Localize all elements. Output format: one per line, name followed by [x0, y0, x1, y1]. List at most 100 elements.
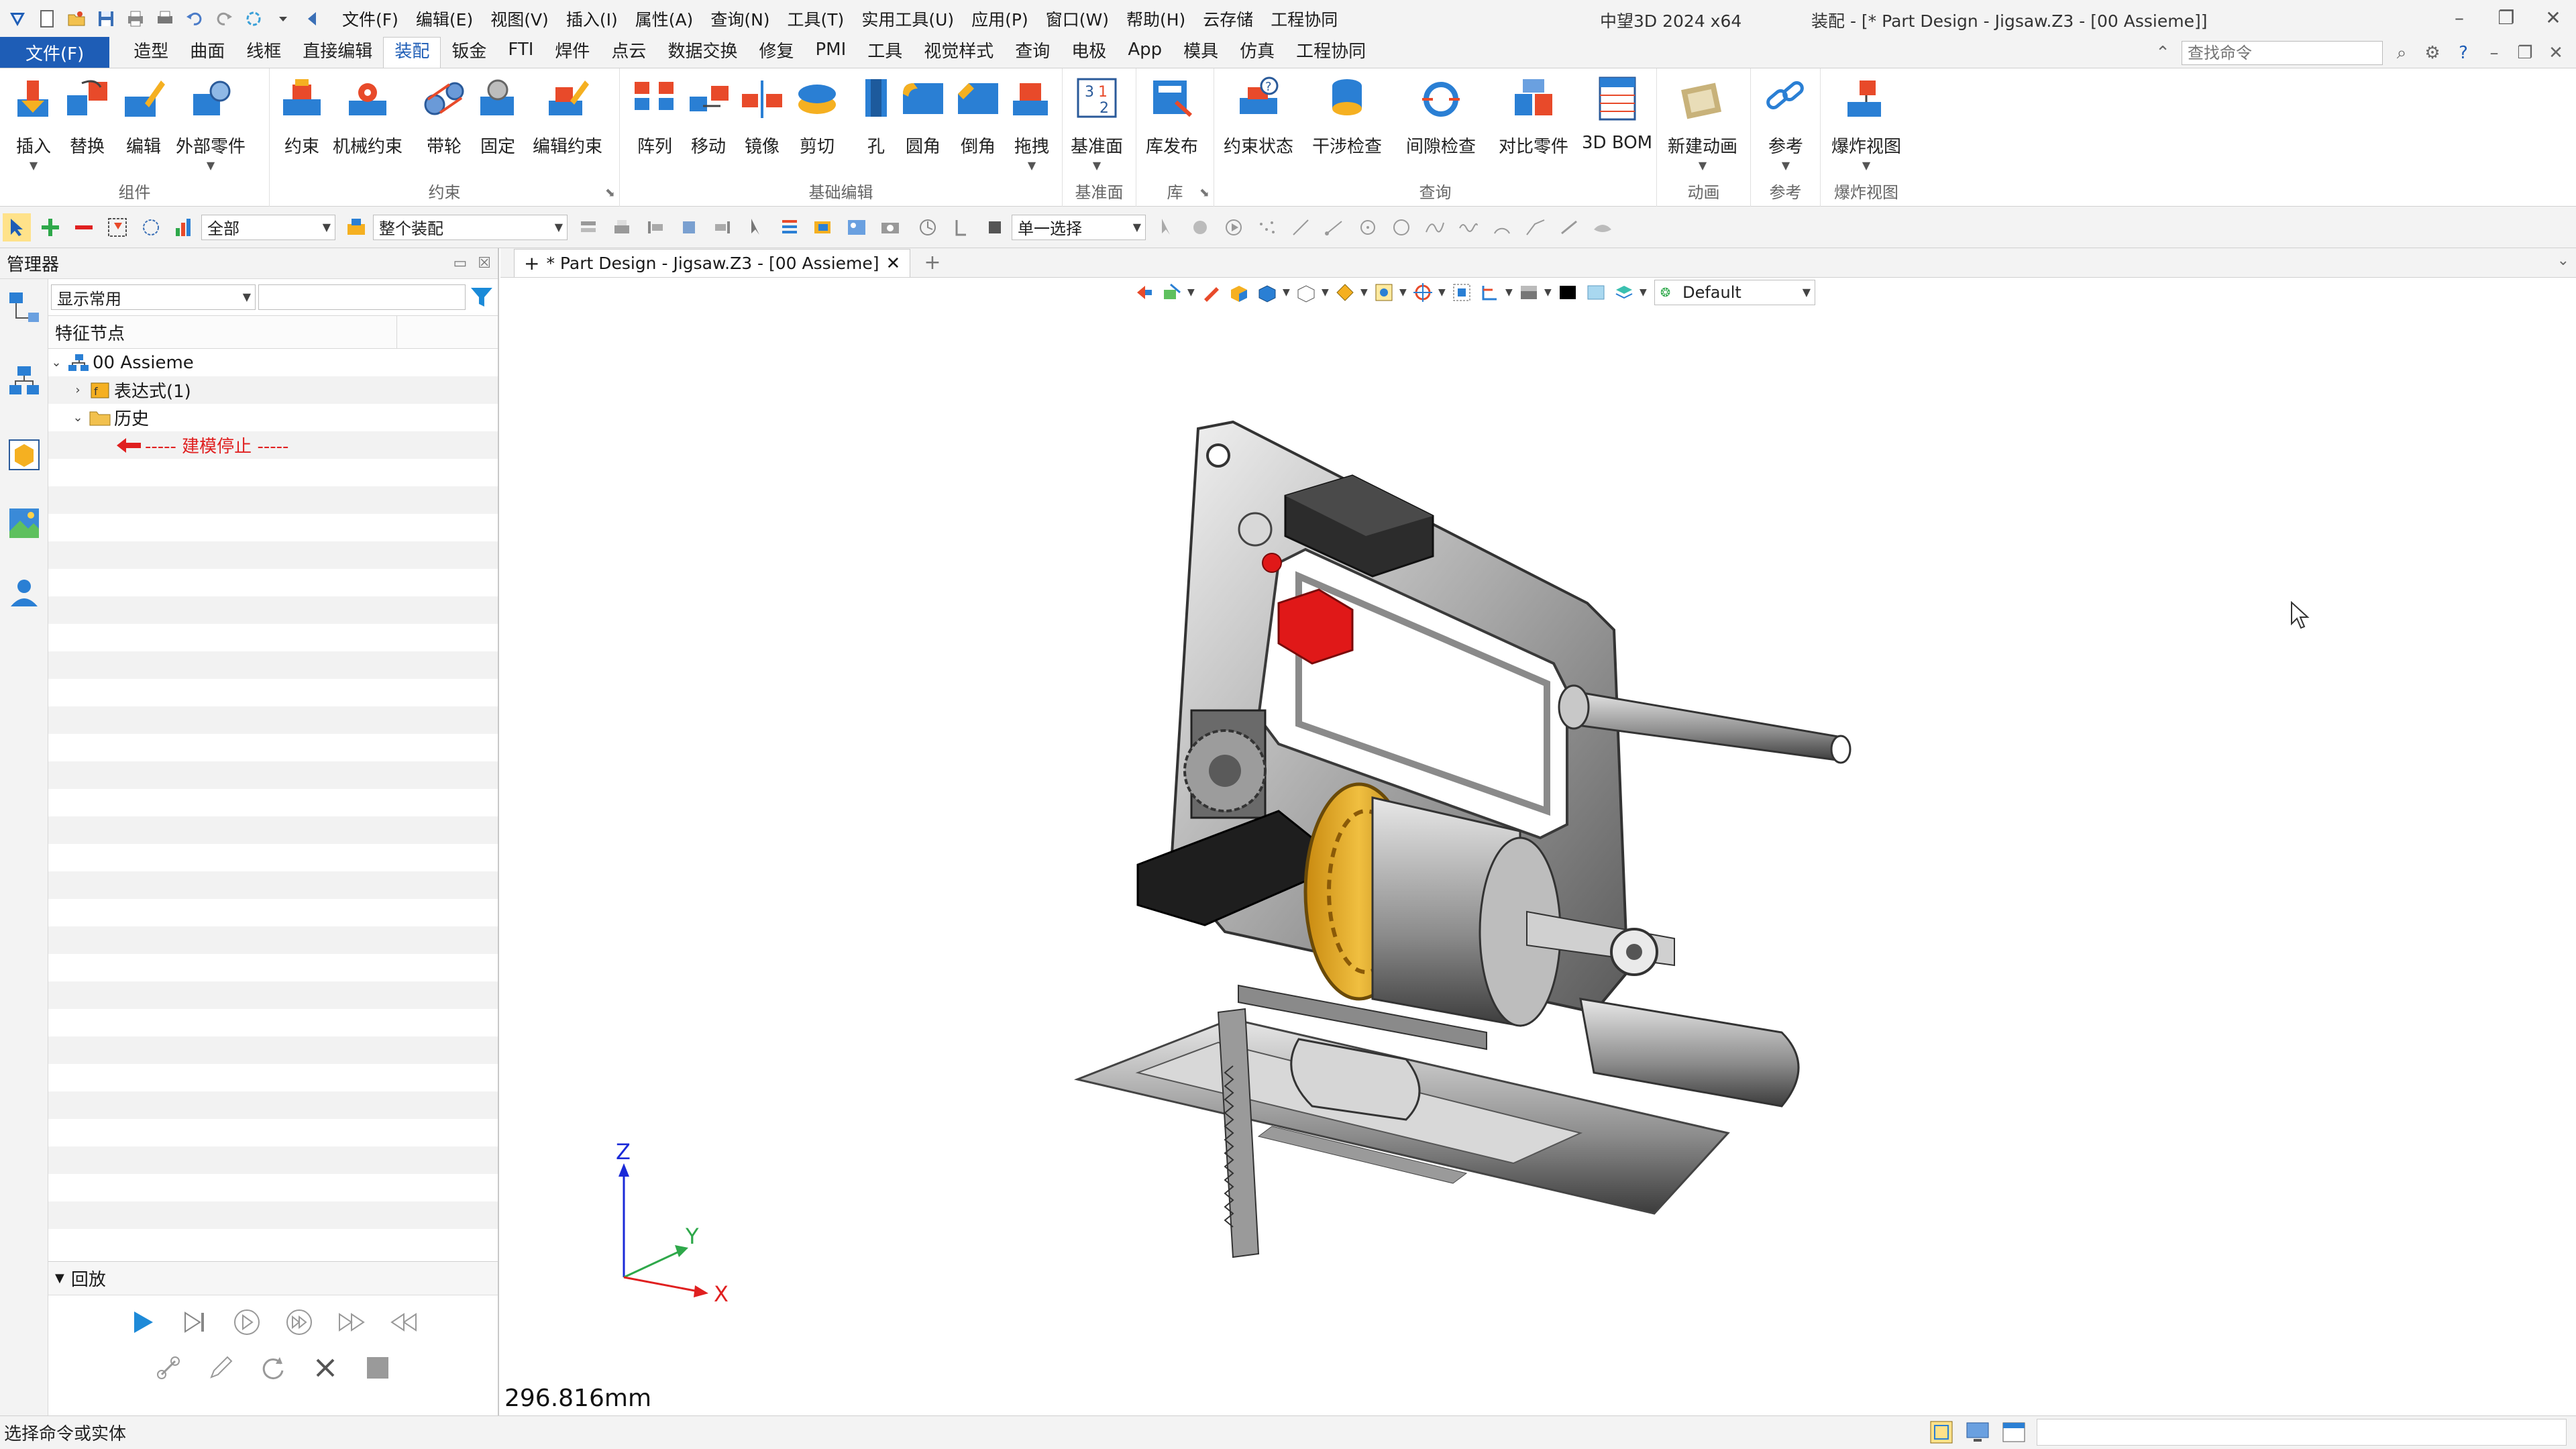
link-icon[interactable] — [150, 1349, 187, 1387]
layout-icon[interactable] — [1928, 1419, 1955, 1446]
play-all-button[interactable] — [280, 1303, 318, 1341]
tab-direct-edit[interactable]: 直接编辑 — [292, 37, 383, 68]
view-filter-icon[interactable] — [1159, 280, 1185, 305]
tab-query[interactable]: 查询 — [1004, 37, 1061, 68]
lib-publish-button[interactable]: 库发布 — [1146, 74, 1198, 158]
datum-plane-button[interactable]: 321 基准面 ▼ — [1071, 74, 1123, 172]
dialog-launcher-icon[interactable]: ⬊ — [1199, 186, 1210, 200]
print-preview-icon[interactable] — [152, 5, 178, 32]
light-blue-swatch-icon[interactable] — [1583, 280, 1609, 305]
play-circle-icon[interactable] — [1220, 213, 1248, 241]
tree-node-root[interactable]: ⌄ 00 Assieme — [48, 349, 498, 376]
tree-node-history[interactable]: ⌄ 历史 — [48, 404, 498, 431]
sphere-view-icon[interactable] — [1332, 280, 1358, 305]
filter-dropdown[interactable]: 全部 ▼ — [201, 214, 335, 240]
print-icon[interactable] — [608, 213, 636, 241]
lasso-select-icon[interactable] — [137, 213, 165, 241]
mech-constrain-button[interactable]: 机械约束 — [333, 74, 402, 158]
menu-apps[interactable]: 应用(P) — [965, 3, 1035, 35]
tab-modeling[interactable]: 造型 — [123, 37, 179, 68]
black-swatch-icon[interactable] — [1555, 280, 1580, 305]
app-logo-icon[interactable] — [4, 5, 31, 32]
select-mode-dropdown[interactable]: 单一选择 ▼ — [1012, 214, 1146, 240]
fillet-button[interactable]: 圆角 — [898, 74, 949, 158]
drag-button[interactable]: 拖拽 ▼ — [1006, 74, 1057, 172]
chevron-down-icon[interactable]: ▼ — [1322, 287, 1330, 298]
tab-collaboration[interactable]: 工程协同 — [1285, 37, 1377, 68]
external-part-button[interactable]: 外部零件 ▼ — [176, 74, 246, 172]
chevron-down-icon[interactable]: ▼ — [1283, 287, 1291, 298]
fast-forward-button[interactable] — [333, 1303, 370, 1341]
dialog-launcher-icon[interactable]: ⬊ — [605, 186, 615, 200]
search-icon[interactable]: ⌕ — [2390, 41, 2414, 65]
render-pen-icon[interactable] — [1198, 280, 1224, 305]
pick-filter-icon[interactable] — [574, 213, 602, 241]
part-box-icon[interactable] — [5, 436, 43, 474]
open-folder-icon[interactable] — [63, 5, 90, 32]
replace-button[interactable]: 替换 — [62, 74, 113, 158]
select-pointer-icon[interactable] — [3, 213, 31, 241]
command-search-input[interactable] — [2182, 41, 2383, 65]
chevron-down-icon[interactable]: ▼ — [1544, 287, 1552, 298]
belt-button[interactable]: 带轮 — [419, 74, 470, 158]
menu-insert[interactable]: 插入(I) — [559, 3, 625, 35]
mirror-button[interactable]: 镜像 — [737, 74, 788, 158]
tab-surface[interactable]: 曲面 — [179, 37, 235, 68]
menu-utilities[interactable]: 实用工具(U) — [855, 3, 961, 35]
box-select-icon[interactable] — [103, 213, 131, 241]
chevron-down-icon[interactable]: ⌄ — [48, 356, 64, 370]
tab-tools[interactable]: 工具 — [857, 37, 913, 68]
stop-icon[interactable] — [981, 213, 1009, 241]
fix-button[interactable]: 固定 — [472, 74, 523, 158]
cursor-icon[interactable] — [742, 213, 770, 241]
filter-bars-icon[interactable] — [170, 213, 199, 241]
add-icon[interactable] — [36, 213, 64, 241]
shaded-icon[interactable] — [1226, 280, 1252, 305]
chevron-down-icon[interactable]: ▼ — [1360, 287, 1368, 298]
playback-header[interactable]: ▼ 回放 — [48, 1262, 498, 1295]
menu-view[interactable]: 视图(V) — [484, 3, 555, 35]
hole-button[interactable]: 孔 — [851, 74, 902, 158]
chevron-down-icon[interactable]: ▼ — [1187, 287, 1195, 298]
pencil-icon[interactable] — [202, 1349, 239, 1387]
tab-visual-style[interactable]: 视觉样式 — [913, 37, 1004, 68]
tree-search-input[interactable] — [258, 284, 466, 310]
pin-icon[interactable]: ▭ — [453, 255, 467, 272]
delete-x-icon[interactable] — [307, 1349, 344, 1387]
refresh-icon[interactable] — [254, 1349, 292, 1387]
screenshot-icon[interactable] — [809, 213, 837, 241]
play-next-button[interactable] — [228, 1303, 266, 1341]
remove-icon[interactable] — [70, 213, 98, 241]
circle-icon[interactable] — [1387, 213, 1415, 241]
tab-assembly[interactable]: 装配 — [383, 37, 441, 68]
tree-node-modeling-stop[interactable]: ----- 建模停止 ----- — [48, 431, 498, 459]
align-left-icon[interactable] — [641, 213, 669, 241]
menu-edit[interactable]: 编辑(E) — [409, 3, 480, 35]
monitor-icon[interactable] — [1964, 1419, 1991, 1446]
chevron-down-icon[interactable]: ⌄ — [70, 411, 86, 425]
step-forward-button[interactable] — [176, 1303, 213, 1341]
line-segment-icon[interactable] — [1320, 213, 1348, 241]
tab-simulation[interactable]: 仿真 — [1229, 37, 1285, 68]
tab-fti[interactable]: FTI — [497, 37, 544, 68]
menu-file[interactable]: 文件(F) — [335, 3, 405, 35]
point-cloud-icon[interactable] — [1253, 213, 1281, 241]
document-tab[interactable]: + * Part Design - Jigsaw.Z3 - [00 Assiem… — [514, 249, 911, 277]
menu-window[interactable]: 窗口(W) — [1039, 3, 1116, 35]
tab-electrode[interactable]: 电极 — [1061, 37, 1117, 68]
doc-restore-icon[interactable]: ❐ — [2513, 41, 2537, 65]
cut-button[interactable]: 剪切 — [792, 74, 843, 158]
menu-tools[interactable]: 工具(T) — [781, 3, 851, 35]
display-filter-dropdown[interactable]: 显示常用 ▼ — [51, 284, 256, 310]
edge-icon[interactable] — [1555, 213, 1583, 241]
view-manager-icon[interactable] — [5, 504, 43, 542]
move-button[interactable]: 移动 — [683, 74, 734, 158]
menu-cloud-storage[interactable]: 云存储 — [1196, 3, 1260, 35]
tab-app[interactable]: App — [1117, 37, 1173, 68]
panel-close-icon[interactable]: ☒ — [478, 255, 491, 272]
menu-help[interactable]: 帮助(H) — [1120, 3, 1192, 35]
chevron-down-icon[interactable]: ▼ — [1640, 287, 1648, 298]
compare-parts-button[interactable]: 对比零件 — [1499, 74, 1568, 158]
layers-icon[interactable] — [1611, 280, 1637, 305]
restore-icon[interactable]: ❐ — [2493, 4, 2520, 31]
